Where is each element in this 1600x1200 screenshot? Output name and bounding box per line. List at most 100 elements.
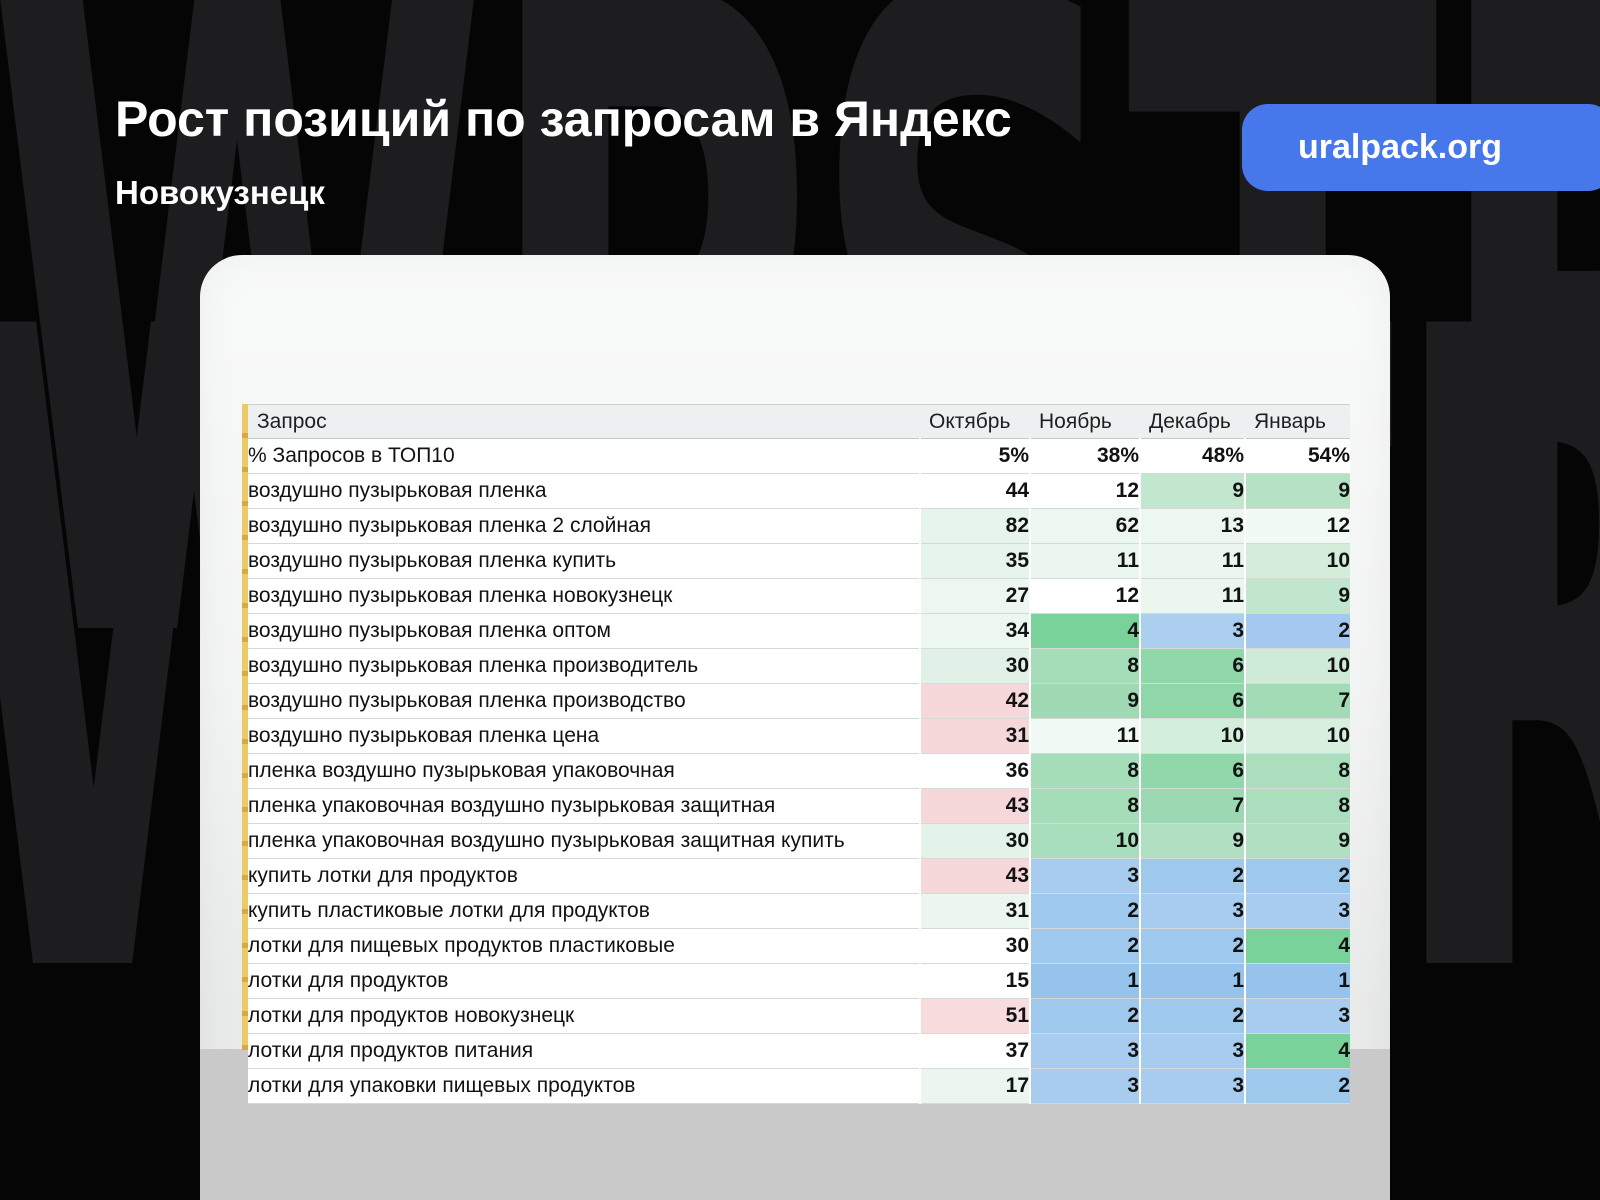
query-cell: лотки для продуктов xyxy=(248,964,920,999)
value-cell: 11 xyxy=(1140,579,1245,614)
value-cell: 9 xyxy=(1245,579,1350,614)
column-header-month: Декабрь xyxy=(1140,405,1245,439)
query-cell: купить лотки для продуктов xyxy=(248,859,920,894)
value-cell: 8 xyxy=(1030,754,1140,789)
value-cell: 4 xyxy=(1030,614,1140,649)
query-cell: воздушно пузырьковая пленка купить xyxy=(248,544,920,579)
value-cell: 10 xyxy=(1245,544,1350,579)
query-cell: воздушно пузырьковая пленка 2 слойная xyxy=(248,509,920,544)
query-cell: лотки для продуктов новокузнецк xyxy=(248,999,920,1034)
value-cell: 30 xyxy=(920,824,1030,859)
value-cell: 15 xyxy=(920,964,1030,999)
table-row: воздушно пузырьковая пленка производител… xyxy=(248,649,1350,684)
value-cell: 38% xyxy=(1030,439,1140,474)
value-cell: 4 xyxy=(1245,929,1350,964)
value-cell: 8 xyxy=(1030,789,1140,824)
value-cell: 43 xyxy=(920,859,1030,894)
slide-header: Рост позиций по запросам в Яндекс Новоку… xyxy=(115,88,1012,212)
value-cell: 34 xyxy=(920,614,1030,649)
value-cell: 30 xyxy=(920,649,1030,684)
positions-table: ЗапросОктябрьНоябрьДекабрьЯнварь % Запро… xyxy=(248,404,1350,1104)
value-cell: 9 xyxy=(1030,684,1140,719)
table-row: пленка воздушно пузырьковая упаковочная3… xyxy=(248,754,1350,789)
table-row: воздушно пузырьковая пленка 2 слойная826… xyxy=(248,509,1350,544)
page-title: Рост позиций по запросам в Яндекс xyxy=(115,88,1012,150)
value-cell: 3 xyxy=(1030,1069,1140,1104)
value-cell: 12 xyxy=(1245,509,1350,544)
value-cell: 17 xyxy=(920,1069,1030,1104)
value-cell: 13 xyxy=(1140,509,1245,544)
value-cell: 37 xyxy=(920,1034,1030,1069)
value-cell: 10 xyxy=(1030,824,1140,859)
value-cell: 12 xyxy=(1030,579,1140,614)
value-cell: 1 xyxy=(1140,964,1245,999)
column-header-month: Октябрь xyxy=(920,405,1030,439)
query-cell: % Запросов в ТОП10 xyxy=(248,439,920,474)
value-cell: 35 xyxy=(920,544,1030,579)
table-row: лотки для продуктов15111 xyxy=(248,964,1350,999)
value-cell: 2 xyxy=(1030,894,1140,929)
value-cell: 30 xyxy=(920,929,1030,964)
value-cell: 9 xyxy=(1140,474,1245,509)
table-row: купить пластиковые лотки для продуктов31… xyxy=(248,894,1350,929)
value-cell: 3 xyxy=(1140,1069,1245,1104)
query-cell: воздушно пузырьковая пленка производител… xyxy=(248,649,920,684)
spreadsheet-card: ЗапросОктябрьНоябрьДекабрьЯнварь % Запро… xyxy=(200,255,1390,1200)
value-cell: 2 xyxy=(1030,999,1140,1034)
value-cell: 44 xyxy=(920,474,1030,509)
value-cell: 7 xyxy=(1140,789,1245,824)
query-cell: пленка воздушно пузырьковая упаковочная xyxy=(248,754,920,789)
value-cell: 8 xyxy=(1030,649,1140,684)
value-cell: 3 xyxy=(1140,1034,1245,1069)
value-cell: 7 xyxy=(1245,684,1350,719)
table-row: % Запросов в ТОП105%38%48%54% xyxy=(248,439,1350,474)
query-cell: лотки для упаковки пищевых продуктов xyxy=(248,1069,920,1104)
value-cell: 9 xyxy=(1140,824,1245,859)
value-cell: 10 xyxy=(1245,719,1350,754)
table-row: пленка упаковочная воздушно пузырьковая … xyxy=(248,789,1350,824)
value-cell: 2 xyxy=(1030,929,1140,964)
site-url-badge[interactable]: uralpack.org xyxy=(1242,104,1600,191)
column-header-month: Январь xyxy=(1245,405,1350,439)
value-cell: 8 xyxy=(1245,789,1350,824)
value-cell: 3 xyxy=(1030,1034,1140,1069)
value-cell: 11 xyxy=(1030,544,1140,579)
value-cell: 1 xyxy=(1030,964,1140,999)
value-cell: 27 xyxy=(920,579,1030,614)
value-cell: 10 xyxy=(1140,719,1245,754)
value-cell: 10 xyxy=(1245,649,1350,684)
value-cell: 31 xyxy=(920,719,1030,754)
query-cell: купить пластиковые лотки для продуктов xyxy=(248,894,920,929)
value-cell: 3 xyxy=(1245,894,1350,929)
value-cell: 2 xyxy=(1245,859,1350,894)
query-cell: пленка упаковочная воздушно пузырьковая … xyxy=(248,789,920,824)
value-cell: 48% xyxy=(1140,439,1245,474)
value-cell: 82 xyxy=(920,509,1030,544)
table-row: воздушно пузырьковая пленка купить351111… xyxy=(248,544,1350,579)
row-marker-strip xyxy=(242,404,248,1050)
value-cell: 3 xyxy=(1140,614,1245,649)
value-cell: 8 xyxy=(1245,754,1350,789)
value-cell: 6 xyxy=(1140,684,1245,719)
value-cell: 6 xyxy=(1140,649,1245,684)
value-cell: 5% xyxy=(920,439,1030,474)
table-row: лотки для продуктов новокузнецк51223 xyxy=(248,999,1350,1034)
query-cell: лотки для пищевых продуктов пластиковые xyxy=(248,929,920,964)
value-cell: 43 xyxy=(920,789,1030,824)
value-cell: 2 xyxy=(1140,999,1245,1034)
query-cell: лотки для продуктов питания xyxy=(248,1034,920,1069)
table-row: воздушно пузырьковая пленка производство… xyxy=(248,684,1350,719)
table-row: воздушно пузырьковая пленка441299 xyxy=(248,474,1350,509)
value-cell: 3 xyxy=(1030,859,1140,894)
value-cell: 31 xyxy=(920,894,1030,929)
value-cell: 3 xyxy=(1140,894,1245,929)
table-row: лотки для пищевых продуктов пластиковые3… xyxy=(248,929,1350,964)
value-cell: 4 xyxy=(1245,1034,1350,1069)
table-row: воздушно пузырьковая пленка новокузнецк2… xyxy=(248,579,1350,614)
value-cell: 6 xyxy=(1140,754,1245,789)
value-cell: 12 xyxy=(1030,474,1140,509)
promo-slide: { "colors": { "background": "#050505", "… xyxy=(0,0,1600,1200)
table-row: пленка упаковочная воздушно пузырьковая … xyxy=(248,824,1350,859)
table-row: лотки для упаковки пищевых продуктов1733… xyxy=(248,1069,1350,1104)
table-body: % Запросов в ТОП105%38%48%54%воздушно пу… xyxy=(248,439,1350,1104)
